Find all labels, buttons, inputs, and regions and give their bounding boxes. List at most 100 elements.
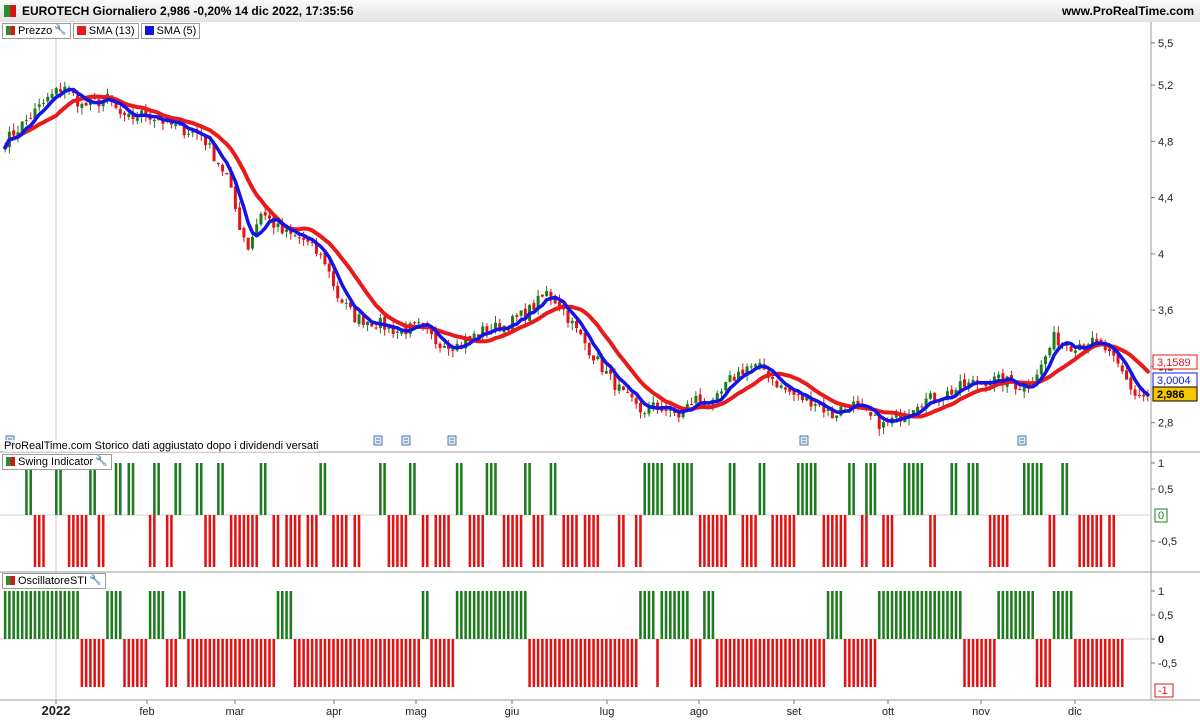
wrench-icon[interactable]: 🔧 [95,456,107,467]
candle-body [118,109,122,114]
negative-bar [1112,515,1116,567]
positive-bar [37,591,41,639]
x-tick-label: dic [1068,706,1083,718]
positive-bar [59,591,62,639]
legend-sma13[interactable]: SMA (13) [72,22,139,39]
candle-body [596,356,600,360]
positive-bar [1057,591,1060,639]
wrench-icon[interactable]: 🔧 [54,25,66,36]
y-tick-label: 0,5 [1158,484,1173,496]
positive-bar [481,591,484,639]
negative-bar [353,639,357,687]
y-tick-label: 3,6 [1158,305,1173,317]
candle-body [1044,356,1048,365]
legend-swing[interactable]: Swing Indicator 🔧 [2,453,112,470]
negative-bar [826,515,830,567]
negative-bar [246,515,250,567]
candle-body [775,380,779,388]
positive-bar [489,463,493,515]
legend-sma5[interactable]: SMA (5) [140,22,201,39]
candle-body [293,235,297,237]
negative-bar [1052,515,1056,567]
negative-bar [443,639,446,687]
negative-bar [242,515,246,567]
negative-bar [711,515,715,567]
positive-bar [8,591,11,639]
negative-bar [123,639,126,687]
positive-bar [912,463,915,515]
candle-body [374,327,378,329]
positive-bar [498,591,502,639]
negative-bar [366,639,369,687]
negative-bar [762,639,766,687]
positive-bar [1001,591,1005,639]
positive-bar [55,463,58,515]
candle-body [920,406,924,408]
candle-body [741,369,745,375]
negative-bar [400,639,403,687]
negative-bar [353,515,357,567]
negative-bar [566,639,570,687]
negative-bar [225,639,229,687]
negative-bar [477,515,480,567]
candle-body [997,374,1001,379]
negative-bar [779,515,783,567]
y-tick-label: 0 [1158,634,1164,646]
candle-body [24,119,28,121]
positive-bar [958,591,962,639]
candle-body [366,321,370,326]
negative-bar [101,639,105,687]
chart-canvas[interactable]: 2,83,23,644,44,85,25,5 3,15893,00042,986… [0,0,1200,720]
candle-body [1129,377,1133,390]
negative-bar [720,639,723,687]
negative-bar [839,515,843,567]
negative-bar [583,639,587,687]
positive-bar [877,591,881,639]
negative-bar [1099,515,1103,567]
positive-bar [468,591,472,639]
wrench-icon[interactable]: 🔧 [89,575,101,586]
negative-bar [698,515,702,567]
negative-bar [1035,639,1039,687]
positive-bar [42,591,45,639]
negative-bar [566,515,570,567]
negative-bar [600,639,604,687]
candle-body [771,377,775,380]
positive-bar [903,463,907,515]
positive-bar [131,463,135,515]
negative-bar [860,639,864,687]
negative-bar [745,515,749,567]
negative-bar [536,639,540,687]
negative-bar [332,639,335,687]
negative-bar [268,639,271,687]
negative-bar [575,515,578,567]
negative-bar [741,515,745,567]
positive-bar [762,463,766,515]
positive-bar [3,591,7,639]
negative-bar [630,639,634,687]
candle-body [438,343,442,349]
price-last-badge-text: 2,986 [1157,389,1185,401]
negative-bar [703,515,706,567]
legend-price[interactable]: Prezzo 🔧 [2,22,71,39]
positive-bar [199,463,203,515]
positive-bar [118,591,122,639]
negative-bar [229,639,233,687]
swing-legend: Swing Indicator 🔧 [2,453,114,470]
positive-bar [506,591,510,639]
positive-bar [941,591,945,639]
negative-bar [285,515,288,567]
positive-bar [472,591,476,639]
negative-bar [545,639,548,687]
candle-body [216,162,220,165]
legend-osc[interactable]: OscillatoreSTI 🔧 [2,572,106,589]
candle-body [694,395,698,404]
positive-bar [110,591,114,639]
negative-bar [408,639,412,687]
candle-body [46,96,50,102]
x-tick-label: mag [405,706,426,718]
negative-bar [272,515,276,567]
negative-bar [873,639,877,687]
positive-bar [148,591,152,639]
negative-bar [805,639,809,687]
